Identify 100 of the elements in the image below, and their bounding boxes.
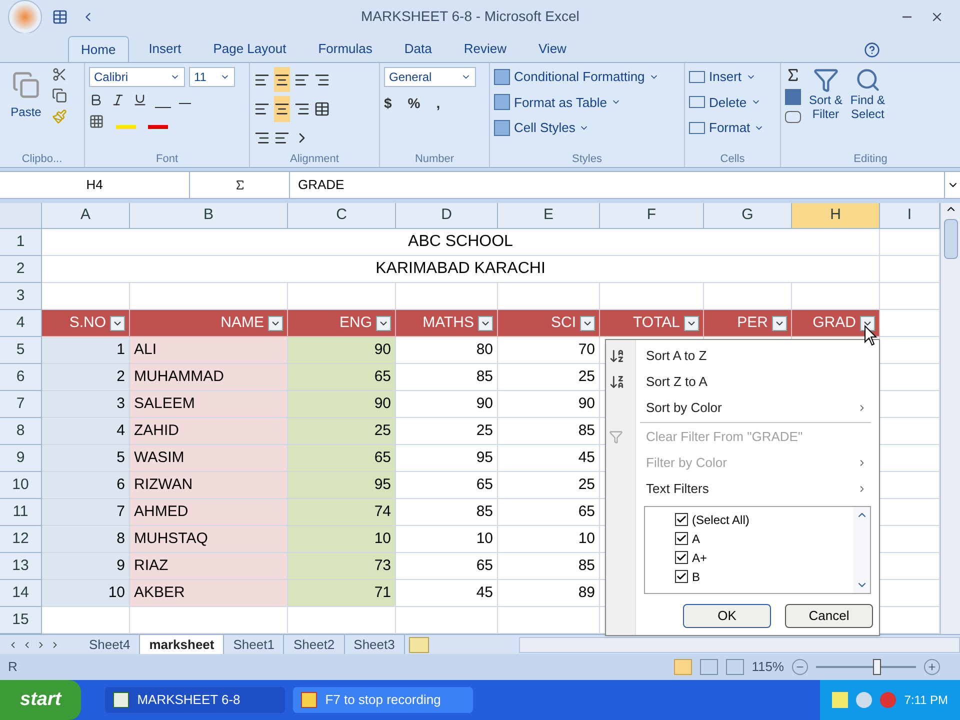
copy-icon[interactable] xyxy=(52,88,67,103)
row-header[interactable]: 2 xyxy=(0,256,42,283)
row-header[interactable]: 11 xyxy=(0,499,42,526)
row-header[interactable]: 15 xyxy=(0,607,42,634)
paste-button[interactable]: Paste xyxy=(10,103,42,121)
menu-item[interactable]: Sort by Color xyxy=(636,395,879,421)
font-name-field[interactable]: Calibri xyxy=(89,67,185,87)
checkbox[interactable] xyxy=(675,551,688,564)
currency-button[interactable]: $ xyxy=(384,93,392,114)
search-icon[interactable] xyxy=(854,67,881,93)
row-header[interactable]: 8 xyxy=(0,418,42,445)
align-center-button[interactable] xyxy=(274,96,290,122)
column-header[interactable]: G xyxy=(704,203,792,229)
wrap-text-icon[interactable] xyxy=(314,72,330,88)
horizontal-scrollbar[interactable] xyxy=(518,636,960,652)
cells-button[interactable]: Format xyxy=(709,118,750,138)
align-middle-button[interactable] xyxy=(274,67,290,92)
italic-icon[interactable] xyxy=(111,93,125,107)
merge-icon[interactable] xyxy=(314,100,330,117)
column-header[interactable]: B xyxy=(130,203,288,229)
row-header[interactable]: 3 xyxy=(0,283,42,310)
align-left-icon[interactable] xyxy=(254,100,270,117)
zoom-out-button[interactable] xyxy=(792,659,808,675)
row-header[interactable]: 13 xyxy=(0,553,42,580)
row-header[interactable]: 4 xyxy=(0,310,42,337)
align-right-icon[interactable] xyxy=(294,100,310,117)
column-header[interactable]: A xyxy=(42,203,130,229)
column-header[interactable]: F xyxy=(600,203,704,229)
column-header[interactable]: I xyxy=(880,203,940,229)
row-header[interactable]: 14 xyxy=(0,580,42,607)
percent-button[interactable]: % xyxy=(408,93,420,114)
save-icon[interactable] xyxy=(52,8,68,24)
row-header[interactable]: 5 xyxy=(0,337,42,364)
column-header[interactable]: D xyxy=(396,203,498,229)
table-cell: 90 xyxy=(288,391,396,418)
list-scrollbar[interactable] xyxy=(853,507,870,593)
checkbox[interactable] xyxy=(675,532,688,545)
menu-item[interactable]: Sort A to Z xyxy=(636,343,879,369)
row-header[interactable]: 10 xyxy=(0,472,42,499)
checkbox[interactable] xyxy=(675,570,688,583)
row-header[interactable]: 1 xyxy=(0,229,42,256)
comma-button[interactable]: , xyxy=(436,93,440,114)
ribbon-tab[interactable]: Page Layout xyxy=(201,36,298,62)
cut-icon[interactable] xyxy=(52,67,67,82)
menu-item[interactable]: Sort Z to A xyxy=(636,369,879,395)
zoom-in-button[interactable] xyxy=(924,659,940,675)
eraser-icon[interactable] xyxy=(785,111,801,123)
filter-icon[interactable] xyxy=(812,67,839,93)
row-header[interactable]: 7 xyxy=(0,391,42,418)
table-cell: 80 xyxy=(396,337,498,364)
align-bottom-icon[interactable] xyxy=(294,72,310,88)
ribbon-tab[interactable]: View xyxy=(526,36,578,62)
font-size-field[interactable]: 11 xyxy=(189,67,235,87)
align-top-icon[interactable] xyxy=(254,72,270,88)
cells-button[interactable]: Insert xyxy=(709,67,742,86)
menu-item[interactable]: Text Filters xyxy=(636,476,879,502)
underline-icon[interactable] xyxy=(133,93,147,107)
column-heading: GRAD xyxy=(812,312,856,333)
row-header[interactable]: 12 xyxy=(0,526,42,553)
column-heading: MATHS xyxy=(422,312,474,333)
formula-field[interactable]: GRADE xyxy=(290,175,944,195)
taskbar-button[interactable]: F7 to stop recording xyxy=(293,687,474,713)
row-header[interactable]: 6 xyxy=(0,364,42,391)
ribbon-tab[interactable]: Home xyxy=(68,36,129,62)
start-button[interactable]: start xyxy=(0,680,82,720)
styles-button[interactable]: Conditional Formatting xyxy=(514,67,645,86)
bold-icon[interactable] xyxy=(89,93,103,107)
find-select-button[interactable]: Find & Select xyxy=(850,93,886,121)
name-box[interactable]: H4 xyxy=(0,172,190,198)
slider-thumb[interactable] xyxy=(873,659,882,675)
sheet-tab[interactable]: marksheet xyxy=(140,634,224,654)
scroll-thumb[interactable] xyxy=(944,219,958,259)
taskbar-button[interactable]: MARKSHEET 6-8 xyxy=(105,687,286,713)
checkbox[interactable] xyxy=(675,513,688,526)
borders-icon[interactable] xyxy=(89,114,104,128)
decrease-indent-icon[interactable] xyxy=(254,130,270,146)
cells-button[interactable]: Delete xyxy=(709,92,747,112)
ribbon-tab[interactable]: Review xyxy=(452,36,518,62)
dialog-button[interactable]: Cancel xyxy=(785,604,873,628)
style-icon xyxy=(494,94,510,110)
number-format-field[interactable]: General xyxy=(384,67,476,87)
vertical-scrollbar[interactable] xyxy=(940,203,960,634)
sort-filter-button[interactable]: Sort & Filter xyxy=(809,93,842,121)
column-header[interactable]: C xyxy=(288,203,396,229)
ribbon-tab[interactable]: Data xyxy=(392,36,444,62)
column-header[interactable]: E xyxy=(498,203,600,229)
column-header[interactable]: H xyxy=(792,203,880,229)
zoom-level[interactable]: 115% xyxy=(752,657,784,677)
plus-icon[interactable] xyxy=(927,662,937,672)
clipboard-icon[interactable] xyxy=(12,71,40,99)
styles-button[interactable]: Format as Table xyxy=(514,92,607,112)
row-header[interactable]: 9 xyxy=(0,445,42,472)
ribbon-tab[interactable]: Formulas xyxy=(306,36,384,62)
function-icon[interactable] xyxy=(234,179,246,191)
styles-button[interactable]: Cell Styles xyxy=(514,118,576,138)
zoom-slider[interactable] xyxy=(816,659,916,675)
dialog-button[interactable]: OK xyxy=(683,604,771,628)
increase-indent-icon[interactable] xyxy=(274,130,290,146)
help-icon[interactable] xyxy=(864,42,880,58)
ribbon-tab[interactable]: Insert xyxy=(136,36,194,62)
